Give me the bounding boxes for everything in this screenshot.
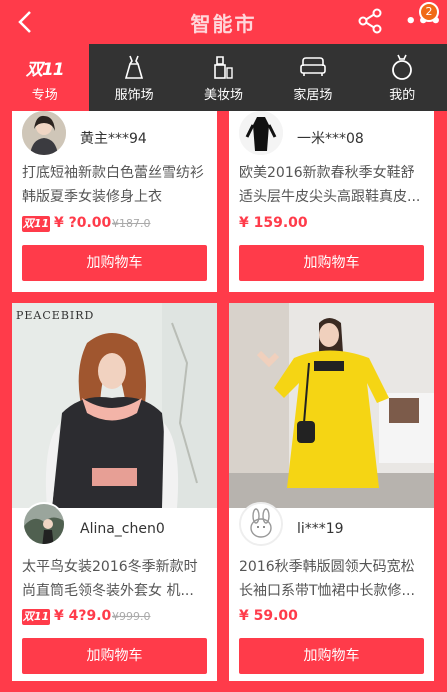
tab-label: 专场 xyxy=(31,88,58,103)
add-to-cart-button[interactable]: 加购物车 xyxy=(22,245,207,281)
tab-mine[interactable]: 我的 xyxy=(358,44,447,111)
product-title[interactable]: 打底短袖新款白色蕾丝雪纺衫 韩版夏季女装修身上衣 xyxy=(22,161,212,209)
tab-label: 我的 xyxy=(389,88,416,103)
price: ¥ 159.00 xyxy=(239,215,308,231)
product-title[interactable]: 欧美2016新款春秋季女鞋舒 适头层牛皮尖头高跟鞋真皮... xyxy=(239,161,429,209)
tab-home[interactable]: 家居场 xyxy=(268,44,357,111)
avatar xyxy=(22,111,66,155)
sofa-icon xyxy=(300,57,326,76)
product-title[interactable]: 2016秋季韩版圆领大码宽松 长袖口系带T恤裙中长款修... xyxy=(239,555,429,603)
add-to-cart-button[interactable]: 加购物车 xyxy=(239,245,424,281)
ring-icon xyxy=(392,54,413,80)
product-title[interactable]: 太平鸟女装2016冬季新款时 尚直筒毛领冬装外套女 机... xyxy=(22,555,212,603)
product-card[interactable]: PEACEBIRD Alina_chen0 太平鸟女装2016冬季新款时 尚直筒… xyxy=(12,303,217,681)
top-bar: 智能市 ••• 2 xyxy=(0,0,447,44)
product-card[interactable]: 黄主***94 打底短袖新款白色蕾丝雪纺衫 韩版夏季女装修身上衣 双11 ¥ ?… xyxy=(12,111,217,292)
price: ¥ 59.00 xyxy=(239,608,298,624)
tab-label: 家居场 xyxy=(293,88,333,103)
seller-name: Alina_chen0 xyxy=(80,521,165,537)
share-icon[interactable] xyxy=(355,6,385,36)
product-image[interactable]: PEACEBIRD xyxy=(12,303,217,508)
notification-badge: 2 xyxy=(419,2,439,22)
double-eleven-icon: 双11 xyxy=(25,59,65,80)
add-to-cart-button[interactable]: 加购物车 xyxy=(22,638,207,674)
tab-label: 服饰场 xyxy=(114,88,154,103)
original-price: ¥999.0 xyxy=(112,610,151,623)
seller-name: li***19 xyxy=(297,521,344,537)
tab-clothing[interactable]: 服饰场 xyxy=(89,44,178,111)
seller-name: 一米***08 xyxy=(297,131,364,147)
lipstick-icon xyxy=(214,56,234,79)
product-image[interactable] xyxy=(229,303,434,508)
tab-makeup[interactable]: 美妆场 xyxy=(179,44,268,111)
dress-icon xyxy=(125,55,144,79)
avatar xyxy=(239,502,283,546)
seller-name: 黄主***94 xyxy=(80,131,147,147)
double-eleven-tag: 双11 xyxy=(22,216,50,232)
avatar xyxy=(22,502,66,546)
brand-logo: PEACEBIRD xyxy=(16,309,95,322)
tab-label: 美妆场 xyxy=(203,88,243,103)
tab-special[interactable]: 双11 专场 xyxy=(0,44,90,111)
add-to-cart-button[interactable]: 加购物车 xyxy=(239,638,424,674)
product-card[interactable]: 一米***08 欧美2016新款春秋季女鞋舒 适头层牛皮尖头高跟鞋真皮... ¥… xyxy=(229,111,434,292)
price: ¥ ?0.00 xyxy=(54,215,112,231)
product-card[interactable]: li***19 2016秋季韩版圆领大码宽松 长袖口系带T恤裙中长款修... ¥… xyxy=(229,303,434,681)
avatar xyxy=(239,111,283,155)
category-tab-bar: 双11 专场 服饰场 美妆场 家居场 我的 xyxy=(0,44,447,111)
more-menu-button[interactable]: ••• 2 xyxy=(403,2,442,36)
original-price: ¥187.0 xyxy=(112,217,151,230)
price: ¥ 4?9.0 xyxy=(54,608,112,624)
double-eleven-tag: 双11 xyxy=(22,609,50,625)
